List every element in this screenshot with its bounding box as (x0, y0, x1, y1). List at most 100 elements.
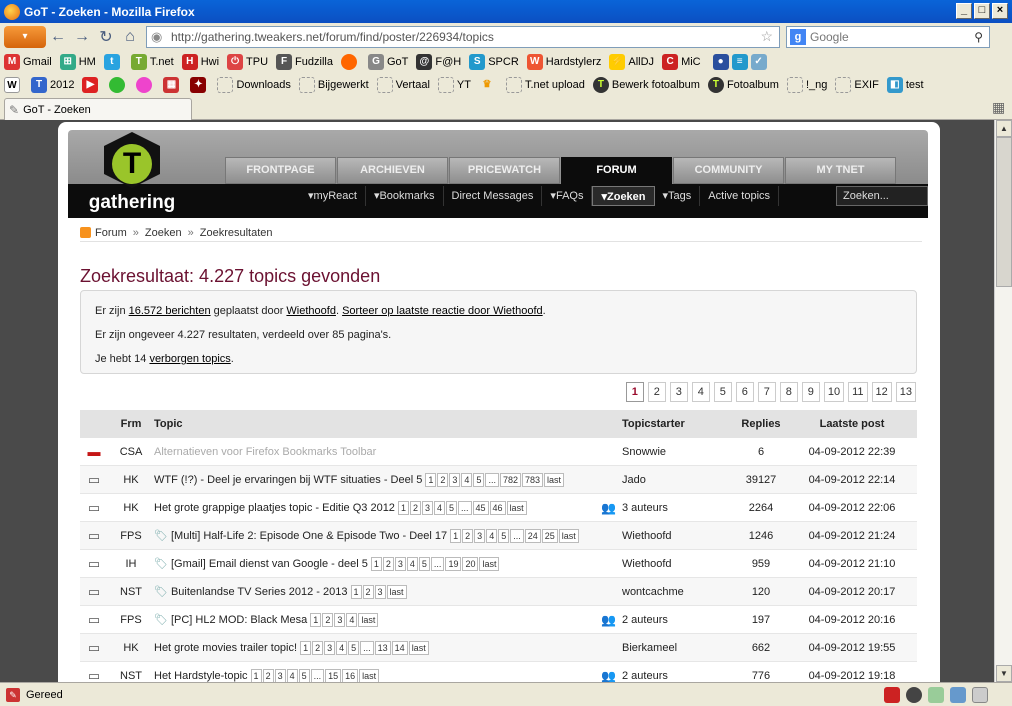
topic-page-link[interactable]: 2 (322, 612, 334, 627)
subnav-myreact[interactable]: ▾myReact (300, 186, 366, 206)
row-topic-link[interactable]: Het grote movies trailer topic! (154, 642, 297, 654)
topic-page-link[interactable]: 46 (489, 500, 506, 515)
bookmark-fotoalbum[interactable]: T Fotoalbum (707, 76, 779, 93)
topic-page-link[interactable]: 19 (445, 556, 462, 571)
topic-page-link[interactable]: ... (360, 640, 374, 655)
header-topic[interactable]: Topic (154, 418, 618, 430)
topic-page-link[interactable]: last (479, 556, 500, 571)
subnav-bookmarks[interactable]: ▾Bookmarks (366, 186, 444, 206)
page-link-11[interactable]: 11 (848, 382, 868, 402)
row-starter[interactable]: Wiethoofd (618, 530, 730, 542)
hidden-topics-link[interactable]: verborgen topics (149, 353, 230, 365)
topic-page-link[interactable]: 20 (462, 556, 479, 571)
topic-page-link[interactable]: 4 (286, 668, 298, 682)
row-forum[interactable]: FPS (108, 530, 154, 542)
topic-page-link[interactable]: 5 (446, 500, 458, 515)
row-topic-link[interactable]: Het grote grappige plaatjes topic - Edit… (154, 502, 395, 514)
bookmark-alldj[interactable]: ⚡ AllDJ (609, 53, 654, 70)
bookmark-hardstylerz[interactable]: W Hardstylerz (526, 53, 601, 70)
topic-page-link[interactable]: last (359, 668, 380, 682)
scroll-up-arrow[interactable]: ▲ (996, 120, 1012, 137)
topic-page-link[interactable]: ... (310, 668, 325, 682)
tab-pricewatch[interactable]: PRICEWATCH (449, 157, 560, 184)
tab-forum[interactable]: FORUM (561, 157, 672, 184)
bookmark-youtube[interactable]: ▶ (82, 76, 101, 93)
topic-page-link[interactable]: 3 (274, 668, 286, 682)
topic-page-link[interactable]: last (408, 640, 429, 655)
close-button[interactable]: × (992, 3, 1008, 19)
page-link-5[interactable]: 5 (713, 382, 732, 402)
topic-page-link[interactable]: 1 (300, 640, 312, 655)
topic-page-link[interactable]: 45 (472, 500, 489, 515)
tab-my-tnet[interactable]: MY TNET (785, 157, 896, 184)
row-topic-link[interactable]: [Multi] Half-Life 2: Episode One & Episo… (171, 530, 447, 542)
topic-page-link[interactable]: 783 (521, 472, 544, 487)
bookmark-calendar[interactable]: ▦ (163, 76, 182, 93)
site-search-input[interactable]: Zoeken... (836, 186, 928, 206)
bookmark-crown[interactable]: ♛ (479, 77, 498, 93)
scroll-down-arrow[interactable]: ▼ (996, 665, 1012, 682)
topic-page-link[interactable]: ... (485, 472, 499, 487)
subnav-active-topics[interactable]: Active topics (700, 186, 780, 206)
bookmark-hwi[interactable]: H Hwi (181, 53, 219, 70)
scroll-thumb[interactable] (996, 137, 1012, 287)
breadcrumb-forum[interactable]: Forum (95, 227, 127, 239)
topic-page-link[interactable]: last (544, 472, 565, 487)
bookmark-mic[interactable]: C MiC (662, 53, 701, 70)
bookmark-hm[interactable]: ⊞ HM (59, 53, 96, 70)
topic-page-link[interactable]: 4 (346, 612, 358, 627)
topic-page-link[interactable]: 3 (421, 500, 433, 515)
page-link-3[interactable]: 3 (669, 382, 688, 402)
bookmark-green[interactable] (109, 76, 128, 93)
table-row[interactable]: ▬ CSA Alternatieven voor Firefox Bookmarks… (80, 438, 917, 466)
page-link-12[interactable]: 12 (871, 382, 892, 402)
page-link-7[interactable]: 7 (757, 382, 776, 402)
bookmark-game[interactable]: ✦ (190, 76, 209, 93)
topic-page-link[interactable]: 5 (298, 668, 310, 682)
bookmark-test[interactable]: ◧ test (886, 76, 924, 93)
table-row[interactable]: ▭ HK Het grote grappige plaatjes topic - E… (80, 494, 917, 522)
bookmark-gmail[interactable]: M Gmail (4, 53, 52, 70)
tab-groups-icon[interactable]: ▦ (992, 99, 1008, 115)
topic-page-link[interactable]: 13 (374, 640, 391, 655)
maximize-button[interactable]: □ (974, 3, 990, 19)
table-row[interactable]: ▭ HK WTF (!?) - Deel je ervaringen bij WTF… (80, 466, 917, 494)
topic-page-link[interactable]: 16 (342, 668, 359, 682)
topic-page-link[interactable]: 3 (449, 472, 461, 487)
page-link-9[interactable]: 9 (801, 382, 820, 402)
bookmark-fudzilla[interactable]: F Fudzilla (276, 53, 333, 70)
row-forum[interactable]: HK (108, 502, 154, 514)
page-link-6[interactable]: 6 (735, 382, 754, 402)
bookmark-exif[interactable]: EXIF (835, 76, 879, 93)
header-frm[interactable]: Frm (108, 418, 154, 430)
topic-page-link[interactable]: 4 (406, 556, 418, 571)
user-link[interactable]: Wiethoofd (286, 305, 336, 317)
topic-page-link[interactable]: 2 (462, 528, 474, 543)
row-forum[interactable]: HK (108, 474, 154, 486)
bookmark-pink[interactable] (136, 76, 155, 93)
bookmark-wikipedia[interactable]: W (4, 76, 23, 93)
firefox-menu-button[interactable]: ▾ (4, 25, 46, 48)
row-forum[interactable]: IH (108, 558, 154, 570)
topic-page-link[interactable]: 2 (382, 556, 394, 571)
topic-page-link[interactable]: 3 (324, 640, 336, 655)
topic-page-link[interactable]: 5 (348, 640, 360, 655)
bookmark-tnet[interactable]: T T.net (130, 53, 174, 70)
bookmark-downloads[interactable]: Downloads (217, 76, 291, 93)
bookmark-bewerk-fotoalbum[interactable]: T Bewerk fotoalbum (592, 76, 700, 93)
topic-page-link[interactable]: 14 (391, 640, 408, 655)
google-icon[interactable]: g (790, 28, 806, 45)
row-topic-link[interactable]: Alternatieven voor Firefox Bookmarks Too… (154, 446, 376, 458)
topic-page-link[interactable]: 15 (325, 668, 342, 682)
posts-link[interactable]: 16.572 berichten (129, 305, 211, 317)
bookmark-tnet-upload[interactable]: T.net upload (505, 76, 585, 93)
topic-page-link[interactable]: 1 (310, 612, 322, 627)
addon-circle-icon[interactable] (906, 687, 922, 703)
tab-got-zoeken[interactable]: ✎ GoT - Zoeken (4, 98, 192, 120)
tab-community[interactable]: COMMUNITY (673, 157, 784, 184)
url-bar[interactable]: ◉ http://gathering.tweakers.net/forum/fi… (146, 25, 780, 48)
row-forum[interactable]: HK (108, 642, 154, 654)
bookmark-2012[interactable]: T 2012 (31, 76, 74, 93)
bookmark-fah[interactable]: @ F@H (416, 53, 461, 70)
addon-green-icon[interactable] (928, 687, 944, 703)
